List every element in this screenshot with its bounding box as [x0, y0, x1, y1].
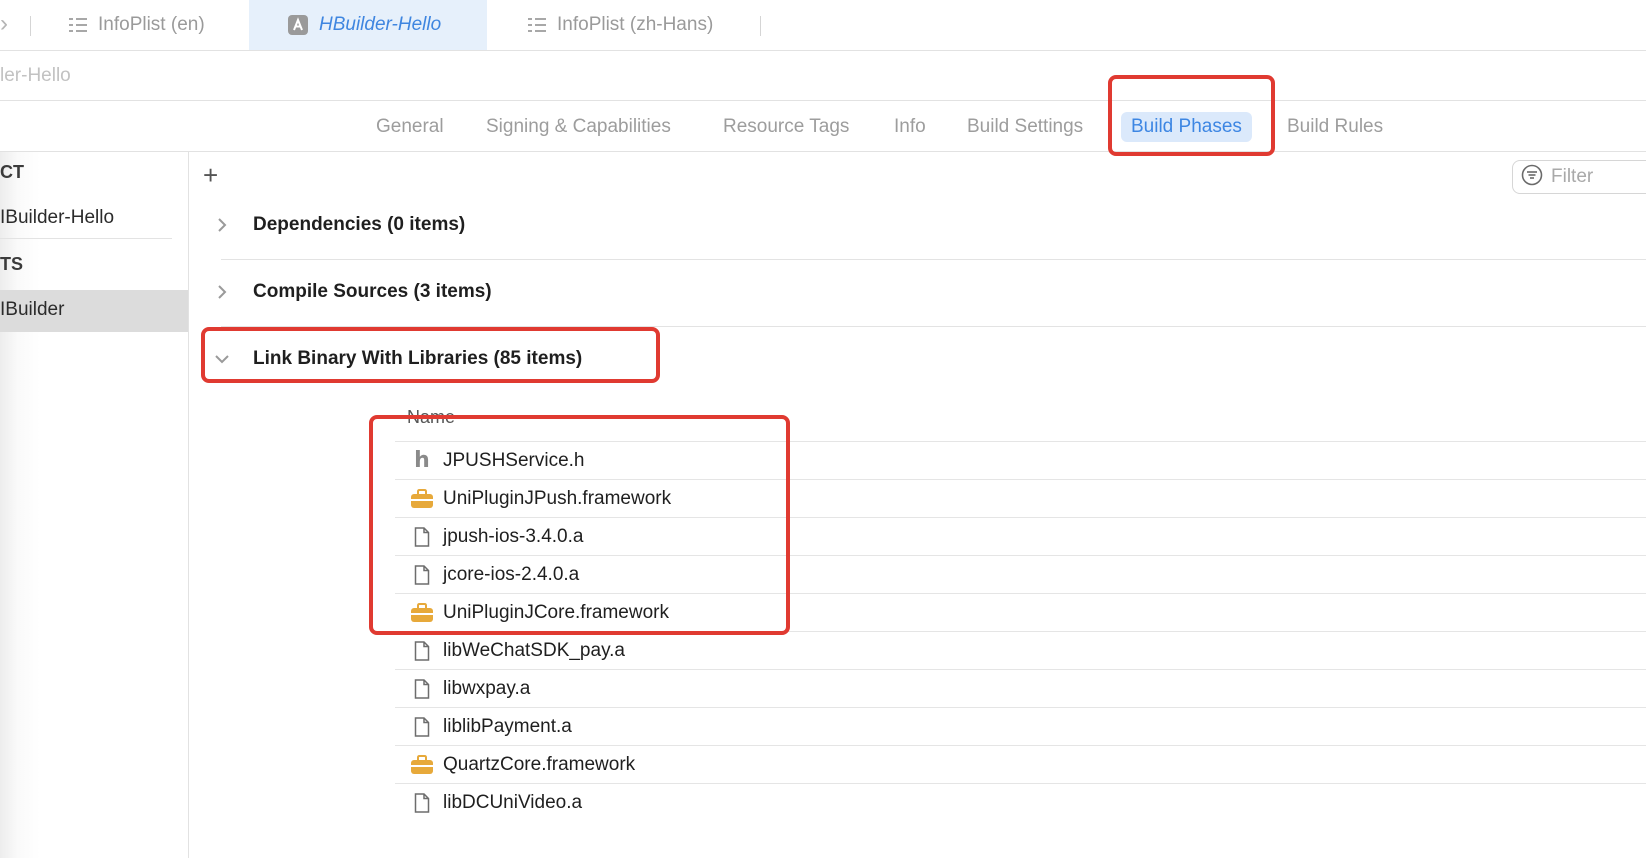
add-phase-button[interactable]: +: [203, 162, 218, 188]
library-row[interactable]: libDCUniVideo.a: [395, 783, 1646, 821]
tab-label: InfoPlist (zh-Hans): [557, 14, 714, 35]
library-name: libwxpay.a: [443, 677, 531, 699]
document-icon: [407, 564, 437, 585]
phase-label: Link Binary With Libraries (85 items): [253, 348, 583, 369]
framework-icon: [407, 754, 437, 775]
library-row[interactable]: UniPluginJCore.framework: [395, 593, 1646, 631]
header-file-icon: h: [414, 448, 430, 473]
tab-info[interactable]: Info: [884, 112, 936, 142]
project-item[interactable]: IBuilder-Hello: [0, 207, 114, 229]
tab-build-settings[interactable]: Build Settings: [957, 112, 1093, 142]
xcodeproj-icon: [287, 14, 309, 36]
phase-label: Compile Sources (3 items): [253, 281, 492, 302]
target-item[interactable]: IBuilder: [0, 299, 64, 321]
targets-section-header: TS: [0, 254, 24, 274]
library-name: jcore-ios-2.4.0.a: [443, 563, 580, 585]
chevron-right-icon[interactable]: ›: [0, 12, 8, 36]
build-phases-content: + Dependencies (0 items) Compile Sources…: [189, 152, 1646, 858]
phase-link-binary[interactable]: Link Binary With Libraries (85 items): [211, 339, 582, 379]
plist-icon: [68, 17, 88, 33]
tab-divider: [760, 16, 761, 36]
chevron-right-icon[interactable]: [211, 218, 233, 232]
divider: [221, 326, 1646, 327]
filter-input[interactable]: [1549, 165, 1646, 189]
tab-resource-tags[interactable]: Resource Tags: [713, 112, 859, 142]
library-row[interactable]: UniPluginJPush.framework: [395, 479, 1646, 517]
tab-build-phases[interactable]: Build Phases: [1121, 112, 1252, 142]
document-icon: [407, 716, 437, 737]
library-name: JPUSHService.h: [443, 449, 585, 471]
tab-signing-capabilities[interactable]: Signing & Capabilities: [476, 112, 681, 142]
divider: [0, 238, 172, 239]
document-icon: [407, 526, 437, 547]
tab-general[interactable]: General: [366, 112, 454, 142]
phase-dependencies[interactable]: Dependencies (0 items): [211, 205, 465, 245]
library-row[interactable]: jpush-ios-3.4.0.a: [395, 517, 1646, 555]
column-header-name[interactable]: Name: [407, 407, 455, 428]
framework-icon: [407, 602, 437, 623]
library-row[interactable]: liblibPayment.a: [395, 707, 1646, 745]
library-row[interactable]: libwxpay.a: [395, 669, 1646, 707]
breadcrumb: ler-Hello: [0, 51, 1646, 101]
library-name: libWeChatSDK_pay.a: [443, 639, 626, 661]
document-icon: [407, 640, 437, 661]
filter-icon: [1521, 164, 1543, 191]
chevron-down-icon[interactable]: [211, 354, 233, 364]
chevron-right-icon[interactable]: [211, 285, 233, 299]
document-icon: [407, 792, 437, 813]
tab-label: HBuilder-Hello: [319, 14, 442, 35]
tab-build-rules[interactable]: Build Rules: [1277, 112, 1393, 142]
project-section-header: CT: [0, 162, 24, 182]
library-row[interactable]: QuartzCore.framework: [395, 745, 1646, 783]
tab-infoplist-zh-hans[interactable]: InfoPlist (zh-Hans): [527, 0, 713, 50]
tab-divider: [30, 16, 31, 36]
framework-icon: [407, 488, 437, 509]
library-row[interactable]: jcore-ios-2.4.0.a: [395, 555, 1646, 593]
xcode-window: › InfoPlist (en) HBuilder-Hello InfoPlis…: [0, 0, 1646, 858]
editor-tab-bar: General Signing & Capabilities Resource …: [0, 101, 1646, 152]
filter-field[interactable]: [1512, 160, 1646, 194]
tab-label: InfoPlist (en): [98, 14, 205, 35]
phase-compile-sources[interactable]: Compile Sources (3 items): [211, 272, 492, 312]
divider: [221, 259, 1646, 260]
file-tab-bar: › InfoPlist (en) HBuilder-Hello InfoPlis…: [0, 0, 1646, 51]
library-name: libDCUniVideo.a: [443, 791, 583, 813]
plist-icon: [527, 17, 547, 33]
project-outline: CT IBuilder-Hello TS IBuilder: [0, 152, 189, 858]
phase-label: Dependencies (0 items): [253, 214, 466, 235]
tab-hbuilder-hello[interactable]: HBuilder-Hello: [249, 0, 487, 50]
breadcrumb-item[interactable]: ler-Hello: [0, 65, 71, 87]
library-name: UniPluginJPush.framework: [443, 487, 672, 509]
library-row[interactable]: h JPUSHService.h: [395, 441, 1646, 479]
document-icon: [407, 678, 437, 699]
library-row[interactable]: libWeChatSDK_pay.a: [395, 631, 1646, 669]
library-name: UniPluginJCore.framework: [443, 601, 669, 623]
library-name: liblibPayment.a: [443, 715, 572, 737]
tab-infoplist-en[interactable]: InfoPlist (en): [68, 0, 217, 50]
library-name: QuartzCore.framework: [443, 753, 636, 775]
library-name: jpush-ios-3.4.0.a: [443, 525, 584, 547]
